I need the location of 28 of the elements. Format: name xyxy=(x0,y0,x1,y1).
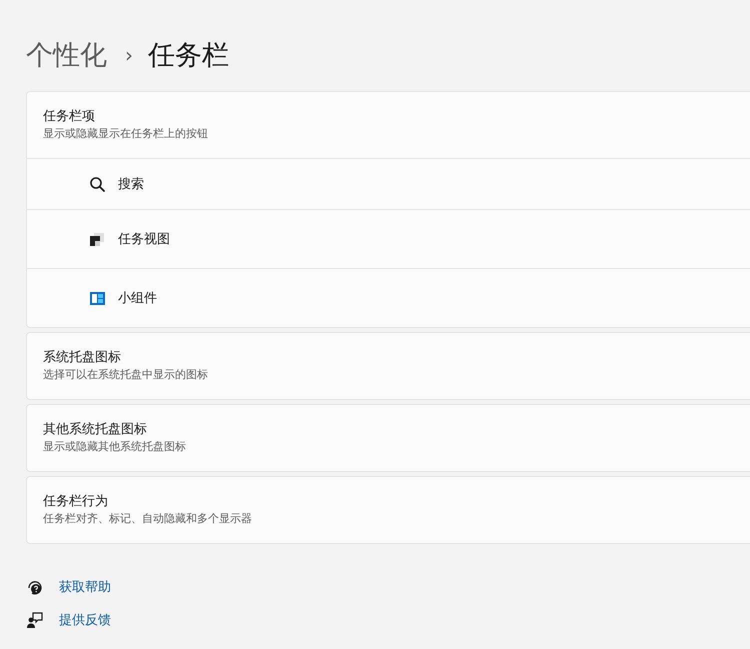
widgets-icon xyxy=(89,290,106,306)
card-description: 选择可以在系统托盘中显示的图标 xyxy=(43,367,209,383)
settings-card[interactable]: 任务栏项 显示或隐藏显示在任务栏上的按钮 搜索 任务视图 小组件 xyxy=(26,91,750,328)
row-label: 搜索 xyxy=(118,176,144,193)
search-icon xyxy=(89,176,106,192)
link[interactable]: 提供反馈 xyxy=(59,611,111,629)
help-icon xyxy=(26,578,43,596)
settings-row[interactable]: 搜索 xyxy=(27,158,750,209)
windows-icon xyxy=(89,230,106,248)
breadcrumb-link[interactable]: 个性化 xyxy=(26,37,107,73)
card-description: 任务栏对齐、标记、自动隐藏和多个显示器 xyxy=(43,511,253,527)
feedback-icon xyxy=(26,612,43,628)
chevron-icon: › xyxy=(125,43,133,67)
page-title: 任务栏 xyxy=(148,39,229,73)
row-label: 小组件 xyxy=(118,290,157,307)
card-title: 任务栏项 xyxy=(43,108,96,126)
settings-card[interactable]: 任务栏行为 任务栏对齐、标记、自动隐藏和多个显示器 xyxy=(26,476,750,544)
link[interactable]: 获取帮助 xyxy=(59,578,111,596)
card-title: 其他系统托盘图标 xyxy=(43,421,148,439)
settings-card[interactable]: 其他系统托盘图标 显示或隐藏其他系统托盘图标 xyxy=(26,404,750,472)
settings-row[interactable]: 小组件 xyxy=(27,268,750,327)
card-title: 系统托盘图标 xyxy=(43,349,122,367)
card-title: 任务栏行为 xyxy=(43,493,109,511)
card-description: 显示或隐藏显示在任务栏上的按钮 xyxy=(43,126,209,142)
row-label: 任务视图 xyxy=(118,231,170,248)
settings-row[interactable]: 任务视图 xyxy=(27,209,750,268)
card-description: 显示或隐藏其他系统托盘图标 xyxy=(43,439,187,455)
settings-card[interactable]: 系统托盘图标 选择可以在系统托盘中显示的图标 xyxy=(26,332,750,400)
